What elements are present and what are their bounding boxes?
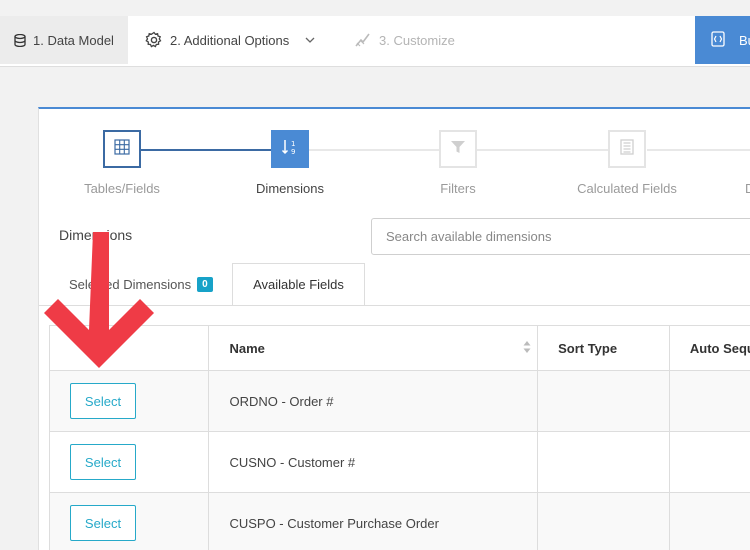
step-calculated-fields[interactable] bbox=[608, 130, 646, 168]
field-name: ORDNO - Order # bbox=[209, 371, 539, 431]
tab-data-model[interactable]: 1. Data Model bbox=[0, 16, 128, 64]
select-cell: Select bbox=[50, 493, 210, 550]
step-label-next: D bbox=[745, 181, 750, 196]
build-button[interactable]: Bu bbox=[695, 16, 750, 64]
tab-available-fields[interactable]: Available Fields bbox=[232, 263, 365, 306]
build-button-label: Bu bbox=[739, 32, 750, 48]
tab-additional-options[interactable]: 2. Additional Options bbox=[142, 16, 315, 64]
step-dimensions[interactable]: 19 bbox=[271, 130, 309, 168]
chevron-down-icon[interactable] bbox=[305, 37, 315, 43]
step-tables-fields[interactable] bbox=[103, 130, 141, 168]
auto-seq-cell bbox=[670, 432, 750, 492]
tab-customize[interactable]: 3. Customize bbox=[354, 16, 455, 64]
tab-additional-options-label: 2. Additional Options bbox=[170, 32, 290, 48]
auto-seq-cell bbox=[670, 493, 750, 550]
calculator-icon bbox=[620, 138, 634, 160]
header-sort-type: Sort Type bbox=[538, 326, 670, 370]
build-icon bbox=[711, 30, 725, 50]
step-label-filters: Filters bbox=[440, 181, 476, 196]
header-auto-sequence: Auto Sequ bbox=[689, 340, 750, 356]
table-row: Select CUSNO - Customer # bbox=[50, 432, 750, 493]
tab-available-fields-label: Available Fields bbox=[253, 277, 344, 292]
auto-seq-cell bbox=[670, 371, 750, 431]
svg-text:9: 9 bbox=[291, 148, 295, 156]
sort-numeric-icon: 19 bbox=[281, 138, 299, 161]
select-button[interactable]: Select bbox=[70, 444, 136, 480]
step-label-tables-fields: Tables/Fields bbox=[84, 181, 160, 196]
sort-type-cell bbox=[538, 371, 670, 431]
field-name: CUSNO - Customer # bbox=[209, 432, 539, 492]
sort-type-cell bbox=[538, 493, 670, 550]
tab-customize-label: 3. Customize bbox=[379, 32, 455, 48]
field-name: CUSPO - Customer Purchase Order bbox=[209, 493, 539, 550]
top-strip bbox=[0, 0, 750, 16]
database-icon bbox=[14, 33, 26, 47]
svg-text:1: 1 bbox=[291, 140, 295, 148]
selected-count-badge: 0 bbox=[197, 277, 213, 292]
tab-data-model-label: 1. Data Model bbox=[33, 32, 114, 48]
step-connector-done bbox=[141, 149, 271, 151]
step-connector bbox=[309, 149, 439, 151]
red-arrow-annotation-icon bbox=[44, 232, 154, 368]
select-button[interactable]: Select bbox=[70, 383, 136, 419]
grid-icon bbox=[114, 138, 130, 160]
step-connector bbox=[477, 149, 609, 151]
gear-icon bbox=[145, 31, 163, 49]
header-name[interactable]: Name bbox=[209, 326, 539, 370]
select-cell: Select bbox=[50, 432, 210, 492]
brush-icon bbox=[354, 32, 372, 48]
step-label-dimensions: Dimensions bbox=[256, 181, 324, 196]
search-dimensions-input[interactable] bbox=[371, 218, 750, 255]
step-connector bbox=[647, 149, 750, 151]
top-nav: 1. Data Model 2. Additional Options 3. C… bbox=[0, 0, 750, 67]
step-label-calculated-fields: Calculated Fields bbox=[577, 181, 677, 196]
select-button[interactable]: Select bbox=[70, 505, 136, 541]
sort-icon[interactable] bbox=[523, 340, 531, 357]
table-row: Select CUSPO - Customer Purchase Order bbox=[50, 493, 750, 550]
step-filters[interactable] bbox=[439, 130, 477, 168]
topbar-divider bbox=[0, 66, 750, 67]
sort-type-cell bbox=[538, 432, 670, 492]
filter-icon bbox=[450, 140, 466, 159]
header-name-label: Name bbox=[229, 340, 265, 356]
